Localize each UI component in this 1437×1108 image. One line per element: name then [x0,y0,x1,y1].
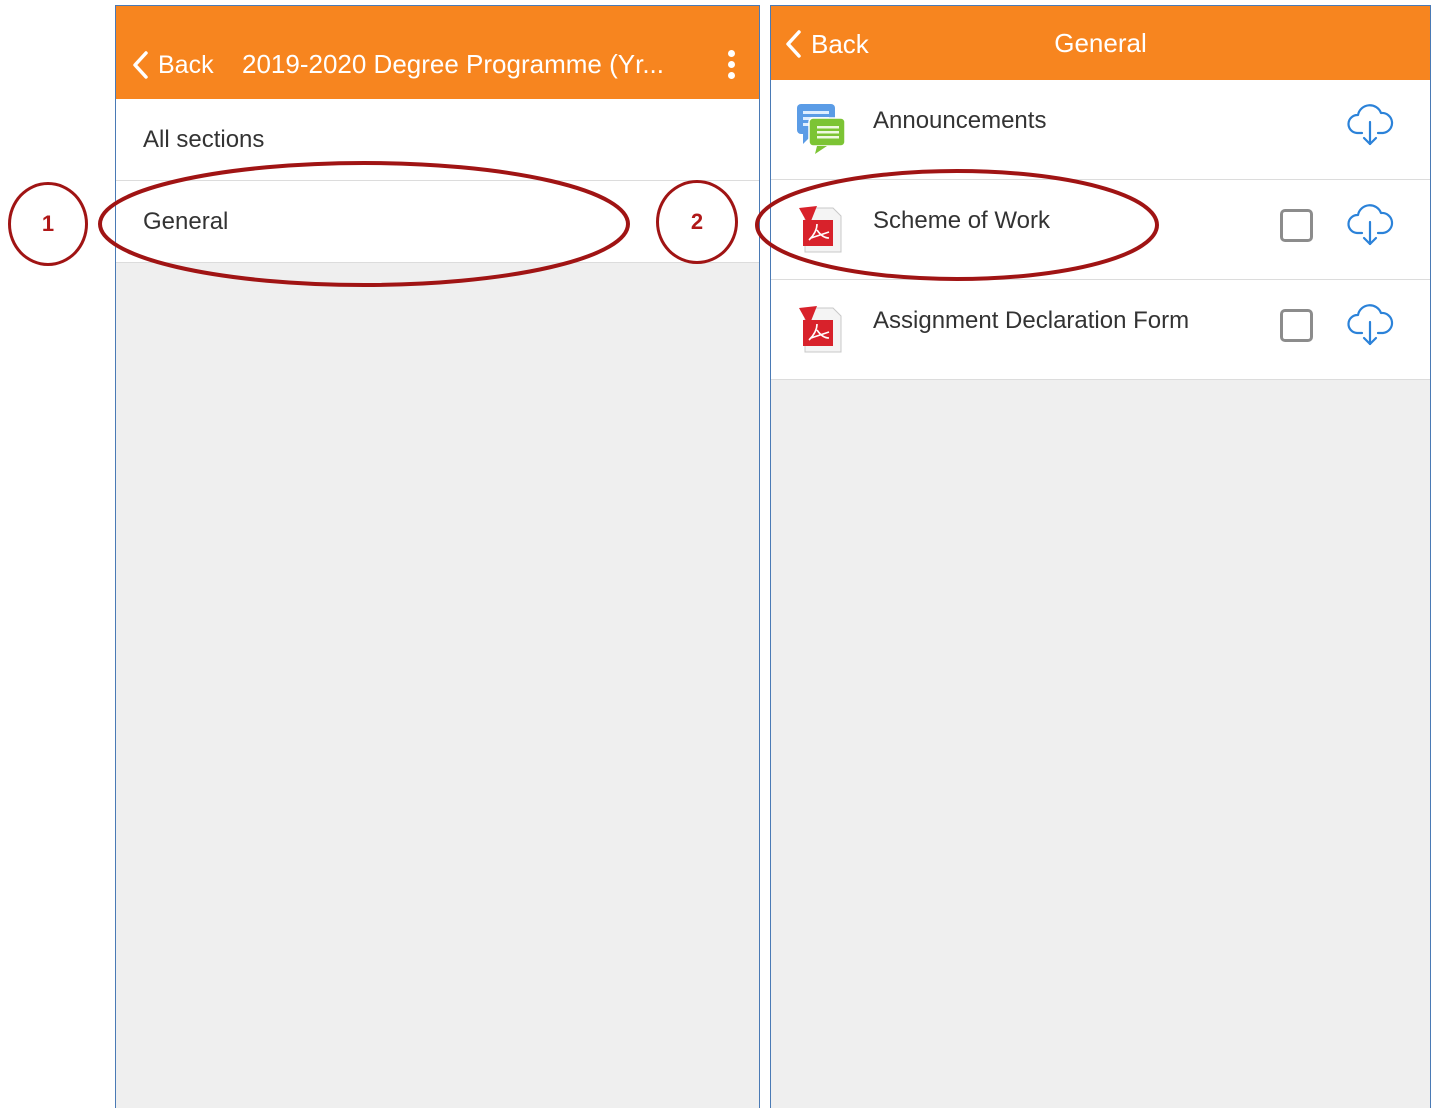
module-item-scheme-of-work[interactable]: Scheme of Work [771,180,1430,280]
module-label: Scheme of Work [873,207,1050,234]
page-title: 2019-2020 Degree Programme (Yr... [242,49,664,79]
back-button[interactable]: Back [130,50,214,80]
page-title: General [1054,28,1147,58]
header-bar: Back 2019-2020 Degree Programme (Yr... [116,6,759,99]
more-options-icon[interactable] [723,50,739,84]
section-label: General [143,208,229,235]
module-item-announcements[interactable]: Announcements [771,80,1430,180]
select-checkbox[interactable] [1280,209,1313,242]
module-label: Announcements [873,107,1047,134]
step-marker-1: 1 [8,182,88,266]
module-item-assignment-declaration-form[interactable]: Assignment Declaration Form [771,280,1430,380]
cloud-download-icon[interactable] [1345,100,1395,150]
section-item-all[interactable]: All sections [116,99,759,181]
cloud-download-icon[interactable] [1345,200,1395,250]
general-section-screen: Back General Announcements Scheme of Wor… [770,5,1431,1108]
cloud-download-icon[interactable] [1345,300,1395,350]
pdf-file-icon [799,306,842,353]
select-checkbox[interactable] [1280,309,1313,342]
forum-icon [797,104,846,154]
header-bar: Back General [771,6,1430,80]
module-list: Announcements Scheme of Work Assignment … [771,80,1430,380]
step-marker-2: 2 [656,180,738,264]
pdf-file-icon [799,206,842,253]
back-label: Back [158,50,214,79]
section-label: All sections [143,126,265,153]
module-label: Assignment Declaration Form [873,307,1190,334]
course-sections-screen: Back 2019-2020 Degree Programme (Yr... A… [115,5,760,1108]
chevron-left-icon [133,51,148,79]
